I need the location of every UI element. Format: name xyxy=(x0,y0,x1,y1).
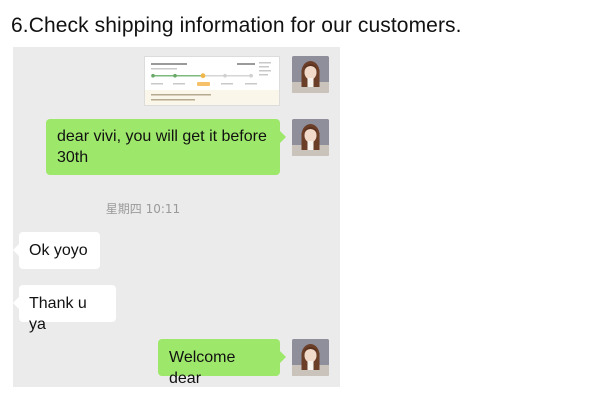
message-bubble-outgoing[interactable]: dear vivi, you will get it before 30th xyxy=(46,119,286,175)
avatar[interactable] xyxy=(292,339,329,376)
chat-window[interactable]: dear vivi, you will get it before 30th 星… xyxy=(13,47,340,387)
user-avatar-girl-icon xyxy=(292,119,329,156)
message-text: Welcome dear xyxy=(169,349,236,387)
user-avatar-girl-icon xyxy=(292,339,329,376)
message-timestamp: 星期四 10:11 xyxy=(105,202,181,216)
message-bubble-incoming[interactable]: Thank u ya xyxy=(13,285,116,333)
user-avatar-girl-icon xyxy=(292,56,329,93)
message-text: Thank u ya xyxy=(29,295,87,333)
shipping-screenshot-graphic xyxy=(145,57,279,105)
message-bubble-incoming[interactable]: Ok yoyo xyxy=(13,232,100,269)
avatar[interactable] xyxy=(292,56,329,93)
message-text: Ok yoyo xyxy=(29,242,88,259)
message-bubble-outgoing[interactable]: Welcome dear xyxy=(158,339,286,387)
avatar[interactable] xyxy=(292,119,329,156)
page-title: 6.Check shipping information for our cus… xyxy=(11,14,462,37)
shared-screenshot-image[interactable] xyxy=(144,56,280,106)
message-text: dear vivi, you will get it before 30th xyxy=(57,128,267,166)
